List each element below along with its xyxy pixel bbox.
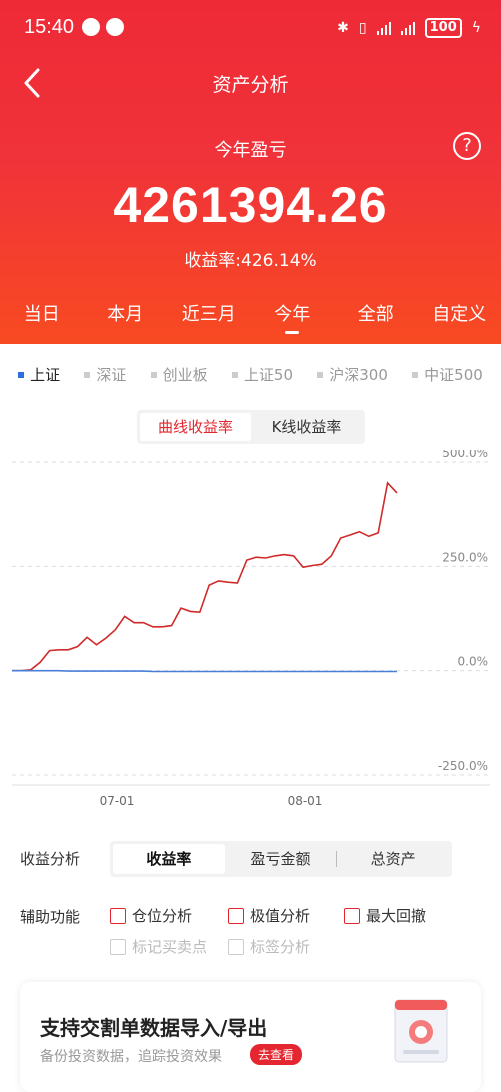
signal-icon: [377, 21, 391, 35]
promo-subtitle: 备份投资数据，追踪投资效果: [40, 1046, 222, 1066]
extreme-analysis-checkbox[interactable]: 极值分析: [228, 905, 310, 926]
charging-icon: ϟ: [472, 20, 481, 36]
index-tab-shanghai[interactable]: 上证: [18, 364, 60, 385]
pnl-amount: 4261394.26: [0, 176, 501, 234]
curve-return-toggle[interactable]: 曲线收益率: [140, 413, 251, 441]
index-return-line: [12, 671, 397, 672]
return-rate: 收益率:426.14%: [0, 246, 501, 271]
index-tab-sse50[interactable]: 上证50: [232, 364, 293, 385]
tab-this-year[interactable]: 今年: [251, 300, 335, 340]
y-tick-label: -250.0%: [438, 759, 488, 773]
battery-indicator: 100: [425, 18, 462, 38]
tab-month[interactable]: 本月: [84, 300, 168, 340]
position-analysis-checkbox[interactable]: 仓位分析: [110, 905, 192, 926]
index-tab-csi500[interactable]: 中证500: [412, 364, 483, 385]
index-tab-shenzhen[interactable]: 深证: [84, 364, 126, 385]
bluetooth-icon: ✱: [337, 20, 349, 36]
nav-bar: 资产分析: [0, 62, 501, 104]
signal-icon-2: [401, 21, 415, 35]
checkbox-icon: [344, 908, 360, 924]
chart-mode-toggle: 曲线收益率 K线收益率: [137, 410, 365, 444]
tab-custom[interactable]: 自定义: [418, 300, 501, 340]
index-tabs: 上证 深证 创业板 上证50 沪深300 中证500: [0, 364, 501, 385]
tag-analysis-checkbox[interactable]: 标签分析: [228, 936, 310, 957]
wechat-icon: [82, 18, 100, 36]
checkbox-icon: [228, 939, 244, 955]
analysis-label: 收益分析: [20, 848, 80, 869]
promo-title: 支持交割单数据导入/导出: [40, 1012, 267, 1041]
checkbox-icon: [228, 908, 244, 924]
vibrate-icon: ▯: [359, 20, 367, 36]
analysis-option-pnl[interactable]: 盈亏金额: [225, 844, 337, 874]
status-bar: 15:40 ✱ ▯ 100 ϟ: [24, 14, 481, 44]
index-tab-chinext[interactable]: 创业板: [151, 364, 208, 385]
index-tab-csi300[interactable]: 沪深300: [317, 364, 388, 385]
x-tick-label: 07-01: [100, 794, 135, 808]
checkbox-icon: [110, 939, 126, 955]
aux-label: 辅助功能: [20, 906, 80, 927]
y-tick-label: 500.0%: [442, 450, 488, 460]
pnl-label: 今年盈亏: [0, 136, 501, 162]
analysis-segment: 收益率 盈亏金额 总资产: [110, 841, 452, 877]
page-title: 资产分析: [0, 70, 501, 97]
y-tick-label: 0.0%: [458, 655, 489, 669]
import-export-promo[interactable]: 支持交割单数据导入/导出 备份投资数据，追踪投资效果 去查看: [20, 982, 481, 1092]
tab-all[interactable]: 全部: [334, 300, 418, 340]
analysis-option-return[interactable]: 收益率: [113, 844, 225, 874]
return-chart: 500.0% 250.0% 0.0% -250.0% 07-01 08-01: [0, 450, 501, 820]
tab-three-months[interactable]: 近三月: [167, 300, 251, 340]
alarm-icon: [106, 18, 124, 36]
tab-today[interactable]: 当日: [0, 300, 84, 340]
promo-view-button[interactable]: 去查看: [250, 1044, 302, 1065]
analysis-option-assets[interactable]: 总资产: [337, 844, 449, 874]
y-tick-label: 250.0%: [442, 550, 488, 564]
document-illustration-icon: [383, 992, 463, 1078]
checkbox-icon: [110, 908, 126, 924]
kline-return-toggle[interactable]: K线收益率: [251, 413, 362, 441]
portfolio-return-line: [12, 483, 397, 671]
header-banner: 15:40 ✱ ▯ 100 ϟ 资产分析 今年盈亏 ? 4261394.26 收…: [0, 0, 501, 344]
mark-trades-checkbox[interactable]: 标记买卖点: [110, 936, 207, 957]
max-drawdown-checkbox[interactable]: 最大回撤: [344, 905, 426, 926]
period-tabs: 当日 本月 近三月 今年 全部 自定义: [0, 300, 501, 340]
status-time: 15:40: [24, 16, 74, 39]
x-tick-label: 08-01: [288, 794, 323, 808]
help-icon[interactable]: ?: [453, 132, 481, 160]
